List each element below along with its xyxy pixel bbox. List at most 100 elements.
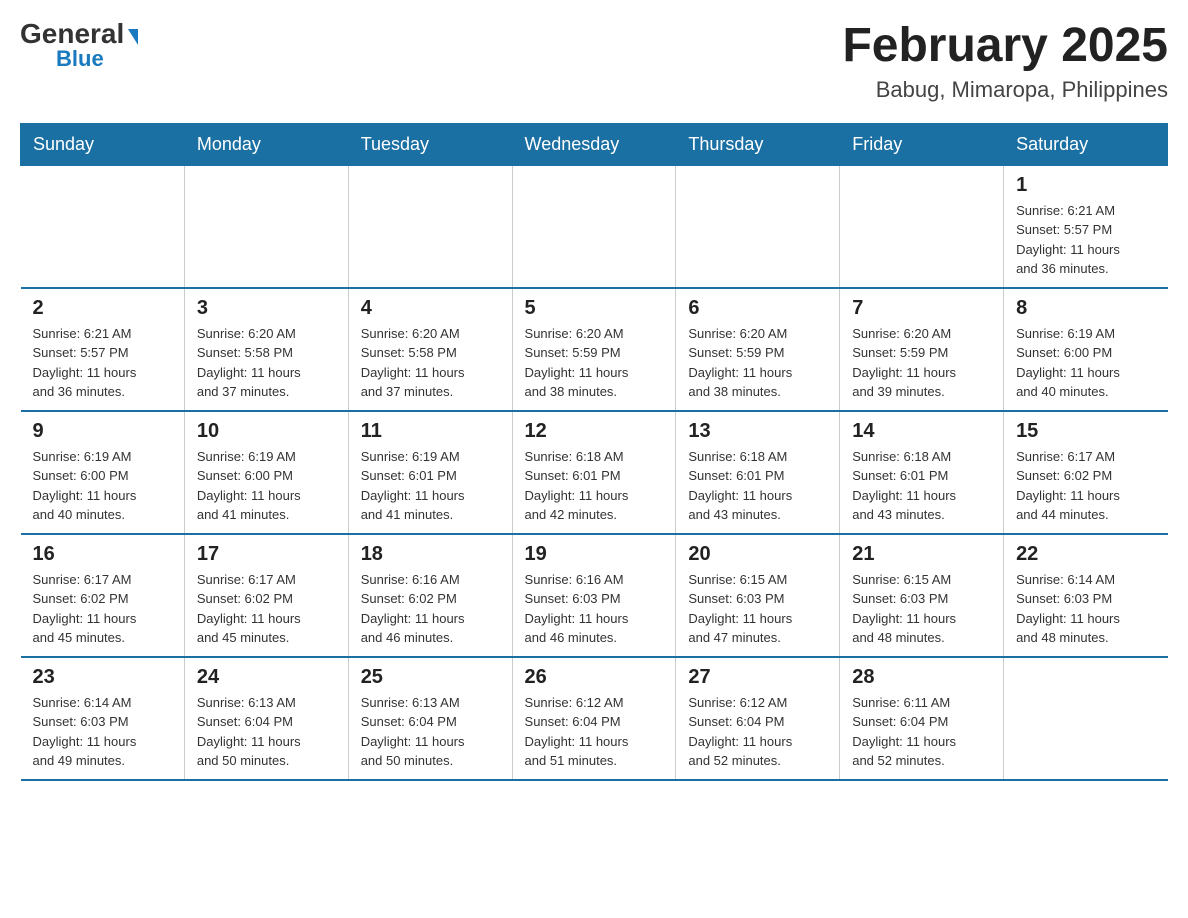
day-number: 5 bbox=[525, 297, 664, 320]
day-info: Sunrise: 6:19 AM Sunset: 6:00 PM Dayligh… bbox=[1016, 324, 1155, 402]
day-number: 15 bbox=[1016, 420, 1155, 443]
day-info: Sunrise: 6:20 AM Sunset: 5:59 PM Dayligh… bbox=[688, 324, 827, 402]
day-info: Sunrise: 6:20 AM Sunset: 5:59 PM Dayligh… bbox=[525, 324, 664, 402]
calendar-cell: 3 Sunrise: 6:20 AM Sunset: 5:58 PM Daylig… bbox=[184, 288, 348, 411]
calendar-cell: 5 Sunrise: 6:20 AM Sunset: 5:59 PM Daylig… bbox=[512, 288, 676, 411]
day-info: Sunrise: 6:15 AM Sunset: 6:03 PM Dayligh… bbox=[688, 570, 827, 648]
day-number: 21 bbox=[852, 543, 991, 566]
calendar-cell: 14 Sunrise: 6:18 AM Sunset: 6:01 PM Dayli… bbox=[840, 411, 1004, 534]
calendar-subtitle: Babug, Mimaropa, Philippines bbox=[842, 77, 1168, 103]
day-number: 18 bbox=[361, 543, 500, 566]
calendar-cell: 23 Sunrise: 6:14 AM Sunset: 6:03 PM Dayli… bbox=[21, 657, 185, 780]
day-info: Sunrise: 6:19 AM Sunset: 6:00 PM Dayligh… bbox=[197, 447, 336, 525]
week-row-5: 23 Sunrise: 6:14 AM Sunset: 6:03 PM Dayli… bbox=[21, 657, 1168, 780]
day-number: 1 bbox=[1016, 174, 1155, 197]
day-number: 23 bbox=[33, 666, 172, 689]
day-header-thursday: Thursday bbox=[676, 123, 840, 165]
calendar-cell: 15 Sunrise: 6:17 AM Sunset: 6:02 PM Dayli… bbox=[1004, 411, 1168, 534]
calendar-title: February 2025 bbox=[842, 20, 1168, 73]
calendar-cell bbox=[348, 165, 512, 288]
calendar-cell: 26 Sunrise: 6:12 AM Sunset: 6:04 PM Dayli… bbox=[512, 657, 676, 780]
day-info: Sunrise: 6:12 AM Sunset: 6:04 PM Dayligh… bbox=[525, 693, 664, 771]
day-info: Sunrise: 6:16 AM Sunset: 6:03 PM Dayligh… bbox=[525, 570, 664, 648]
calendar-cell: 18 Sunrise: 6:16 AM Sunset: 6:02 PM Dayli… bbox=[348, 534, 512, 657]
calendar-body: 1 Sunrise: 6:21 AM Sunset: 5:57 PM Daylig… bbox=[21, 165, 1168, 780]
day-info: Sunrise: 6:20 AM Sunset: 5:58 PM Dayligh… bbox=[197, 324, 336, 402]
calendar-cell bbox=[676, 165, 840, 288]
day-header-saturday: Saturday bbox=[1004, 123, 1168, 165]
day-info: Sunrise: 6:18 AM Sunset: 6:01 PM Dayligh… bbox=[852, 447, 991, 525]
day-info: Sunrise: 6:17 AM Sunset: 6:02 PM Dayligh… bbox=[33, 570, 172, 648]
day-number: 13 bbox=[688, 420, 827, 443]
calendar-cell: 16Sunrise: 6:17 AM Sunset: 6:02 PM Dayli… bbox=[21, 534, 185, 657]
day-number: 24 bbox=[197, 666, 336, 689]
calendar-cell: 27 Sunrise: 6:12 AM Sunset: 6:04 PM Dayli… bbox=[676, 657, 840, 780]
calendar-cell: 6 Sunrise: 6:20 AM Sunset: 5:59 PM Daylig… bbox=[676, 288, 840, 411]
calendar-cell: 19 Sunrise: 6:16 AM Sunset: 6:03 PM Dayli… bbox=[512, 534, 676, 657]
week-row-3: 9 Sunrise: 6:19 AM Sunset: 6:00 PM Daylig… bbox=[21, 411, 1168, 534]
calendar-cell bbox=[512, 165, 676, 288]
logo-triangle-icon bbox=[128, 29, 138, 45]
day-info: Sunrise: 6:13 AM Sunset: 6:04 PM Dayligh… bbox=[361, 693, 500, 771]
day-info: Sunrise: 6:18 AM Sunset: 6:01 PM Dayligh… bbox=[525, 447, 664, 525]
logo: General Blue bbox=[20, 20, 138, 70]
week-row-4: 16Sunrise: 6:17 AM Sunset: 6:02 PM Dayli… bbox=[21, 534, 1168, 657]
day-info: Sunrise: 6:17 AM Sunset: 6:02 PM Dayligh… bbox=[1016, 447, 1155, 525]
calendar-cell: 24 Sunrise: 6:13 AM Sunset: 6:04 PM Dayli… bbox=[184, 657, 348, 780]
logo-text: General bbox=[20, 20, 138, 48]
day-number: 3 bbox=[197, 297, 336, 320]
calendar-cell: 1Sunrise: 6:21 AM Sunset: 5:57 PM Daylig… bbox=[1004, 165, 1168, 288]
day-number: 6 bbox=[688, 297, 827, 320]
title-area: February 2025 Babug, Mimaropa, Philippin… bbox=[842, 20, 1168, 103]
week-row-1: 1Sunrise: 6:21 AM Sunset: 5:57 PM Daylig… bbox=[21, 165, 1168, 288]
day-number: 10 bbox=[197, 420, 336, 443]
day-number: 25 bbox=[361, 666, 500, 689]
day-number: 20 bbox=[688, 543, 827, 566]
day-info: Sunrise: 6:14 AM Sunset: 6:03 PM Dayligh… bbox=[33, 693, 172, 771]
day-info: Sunrise: 6:18 AM Sunset: 6:01 PM Dayligh… bbox=[688, 447, 827, 525]
day-info: Sunrise: 6:19 AM Sunset: 6:01 PM Dayligh… bbox=[361, 447, 500, 525]
calendar-cell: 21Sunrise: 6:15 AM Sunset: 6:03 PM Dayli… bbox=[840, 534, 1004, 657]
day-number: 7 bbox=[852, 297, 991, 320]
day-info: Sunrise: 6:12 AM Sunset: 6:04 PM Dayligh… bbox=[688, 693, 827, 771]
day-info: Sunrise: 6:11 AM Sunset: 6:04 PM Dayligh… bbox=[852, 693, 991, 771]
calendar-cell: 22Sunrise: 6:14 AM Sunset: 6:03 PM Dayli… bbox=[1004, 534, 1168, 657]
logo-blue: Blue bbox=[56, 48, 104, 70]
day-number: 9 bbox=[33, 420, 172, 443]
days-of-week-row: SundayMondayTuesdayWednesdayThursdayFrid… bbox=[21, 123, 1168, 165]
day-number: 8 bbox=[1016, 297, 1155, 320]
calendar-cell: 4 Sunrise: 6:20 AM Sunset: 5:58 PM Daylig… bbox=[348, 288, 512, 411]
day-number: 28 bbox=[852, 666, 991, 689]
calendar-cell: 28 Sunrise: 6:11 AM Sunset: 6:04 PM Dayli… bbox=[840, 657, 1004, 780]
day-number: 22 bbox=[1016, 543, 1155, 566]
day-info: Sunrise: 6:13 AM Sunset: 6:04 PM Dayligh… bbox=[197, 693, 336, 771]
calendar-cell: 8 Sunrise: 6:19 AM Sunset: 6:00 PM Daylig… bbox=[1004, 288, 1168, 411]
calendar-cell bbox=[840, 165, 1004, 288]
week-row-2: 2Sunrise: 6:21 AM Sunset: 5:57 PM Daylig… bbox=[21, 288, 1168, 411]
day-number: 11 bbox=[361, 420, 500, 443]
logo-general: General bbox=[20, 18, 124, 49]
calendar-cell bbox=[21, 165, 185, 288]
day-header-tuesday: Tuesday bbox=[348, 123, 512, 165]
day-info: Sunrise: 6:19 AM Sunset: 6:00 PM Dayligh… bbox=[33, 447, 172, 525]
day-number: 19 bbox=[525, 543, 664, 566]
calendar-cell: 13 Sunrise: 6:18 AM Sunset: 6:01 PM Dayli… bbox=[676, 411, 840, 534]
calendar-cell: 9 Sunrise: 6:19 AM Sunset: 6:00 PM Daylig… bbox=[21, 411, 185, 534]
calendar-cell: 12 Sunrise: 6:18 AM Sunset: 6:01 PM Dayli… bbox=[512, 411, 676, 534]
day-info: Sunrise: 6:16 AM Sunset: 6:02 PM Dayligh… bbox=[361, 570, 500, 648]
calendar-header: SundayMondayTuesdayWednesdayThursdayFrid… bbox=[21, 123, 1168, 165]
day-number: 26 bbox=[525, 666, 664, 689]
day-info: Sunrise: 6:20 AM Sunset: 5:58 PM Dayligh… bbox=[361, 324, 500, 402]
calendar-cell: 10 Sunrise: 6:19 AM Sunset: 6:00 PM Dayli… bbox=[184, 411, 348, 534]
calendar-cell bbox=[184, 165, 348, 288]
day-number: 12 bbox=[525, 420, 664, 443]
day-number: 4 bbox=[361, 297, 500, 320]
day-info: Sunrise: 6:17 AM Sunset: 6:02 PM Dayligh… bbox=[197, 570, 336, 648]
day-number: 17 bbox=[197, 543, 336, 566]
day-info: Sunrise: 6:21 AM Sunset: 5:57 PM Dayligh… bbox=[33, 324, 172, 402]
day-info: Sunrise: 6:20 AM Sunset: 5:59 PM Dayligh… bbox=[852, 324, 991, 402]
day-number: 14 bbox=[852, 420, 991, 443]
calendar-cell: 2Sunrise: 6:21 AM Sunset: 5:57 PM Daylig… bbox=[21, 288, 185, 411]
day-number: 27 bbox=[688, 666, 827, 689]
calendar-cell: 11 Sunrise: 6:19 AM Sunset: 6:01 PM Dayli… bbox=[348, 411, 512, 534]
